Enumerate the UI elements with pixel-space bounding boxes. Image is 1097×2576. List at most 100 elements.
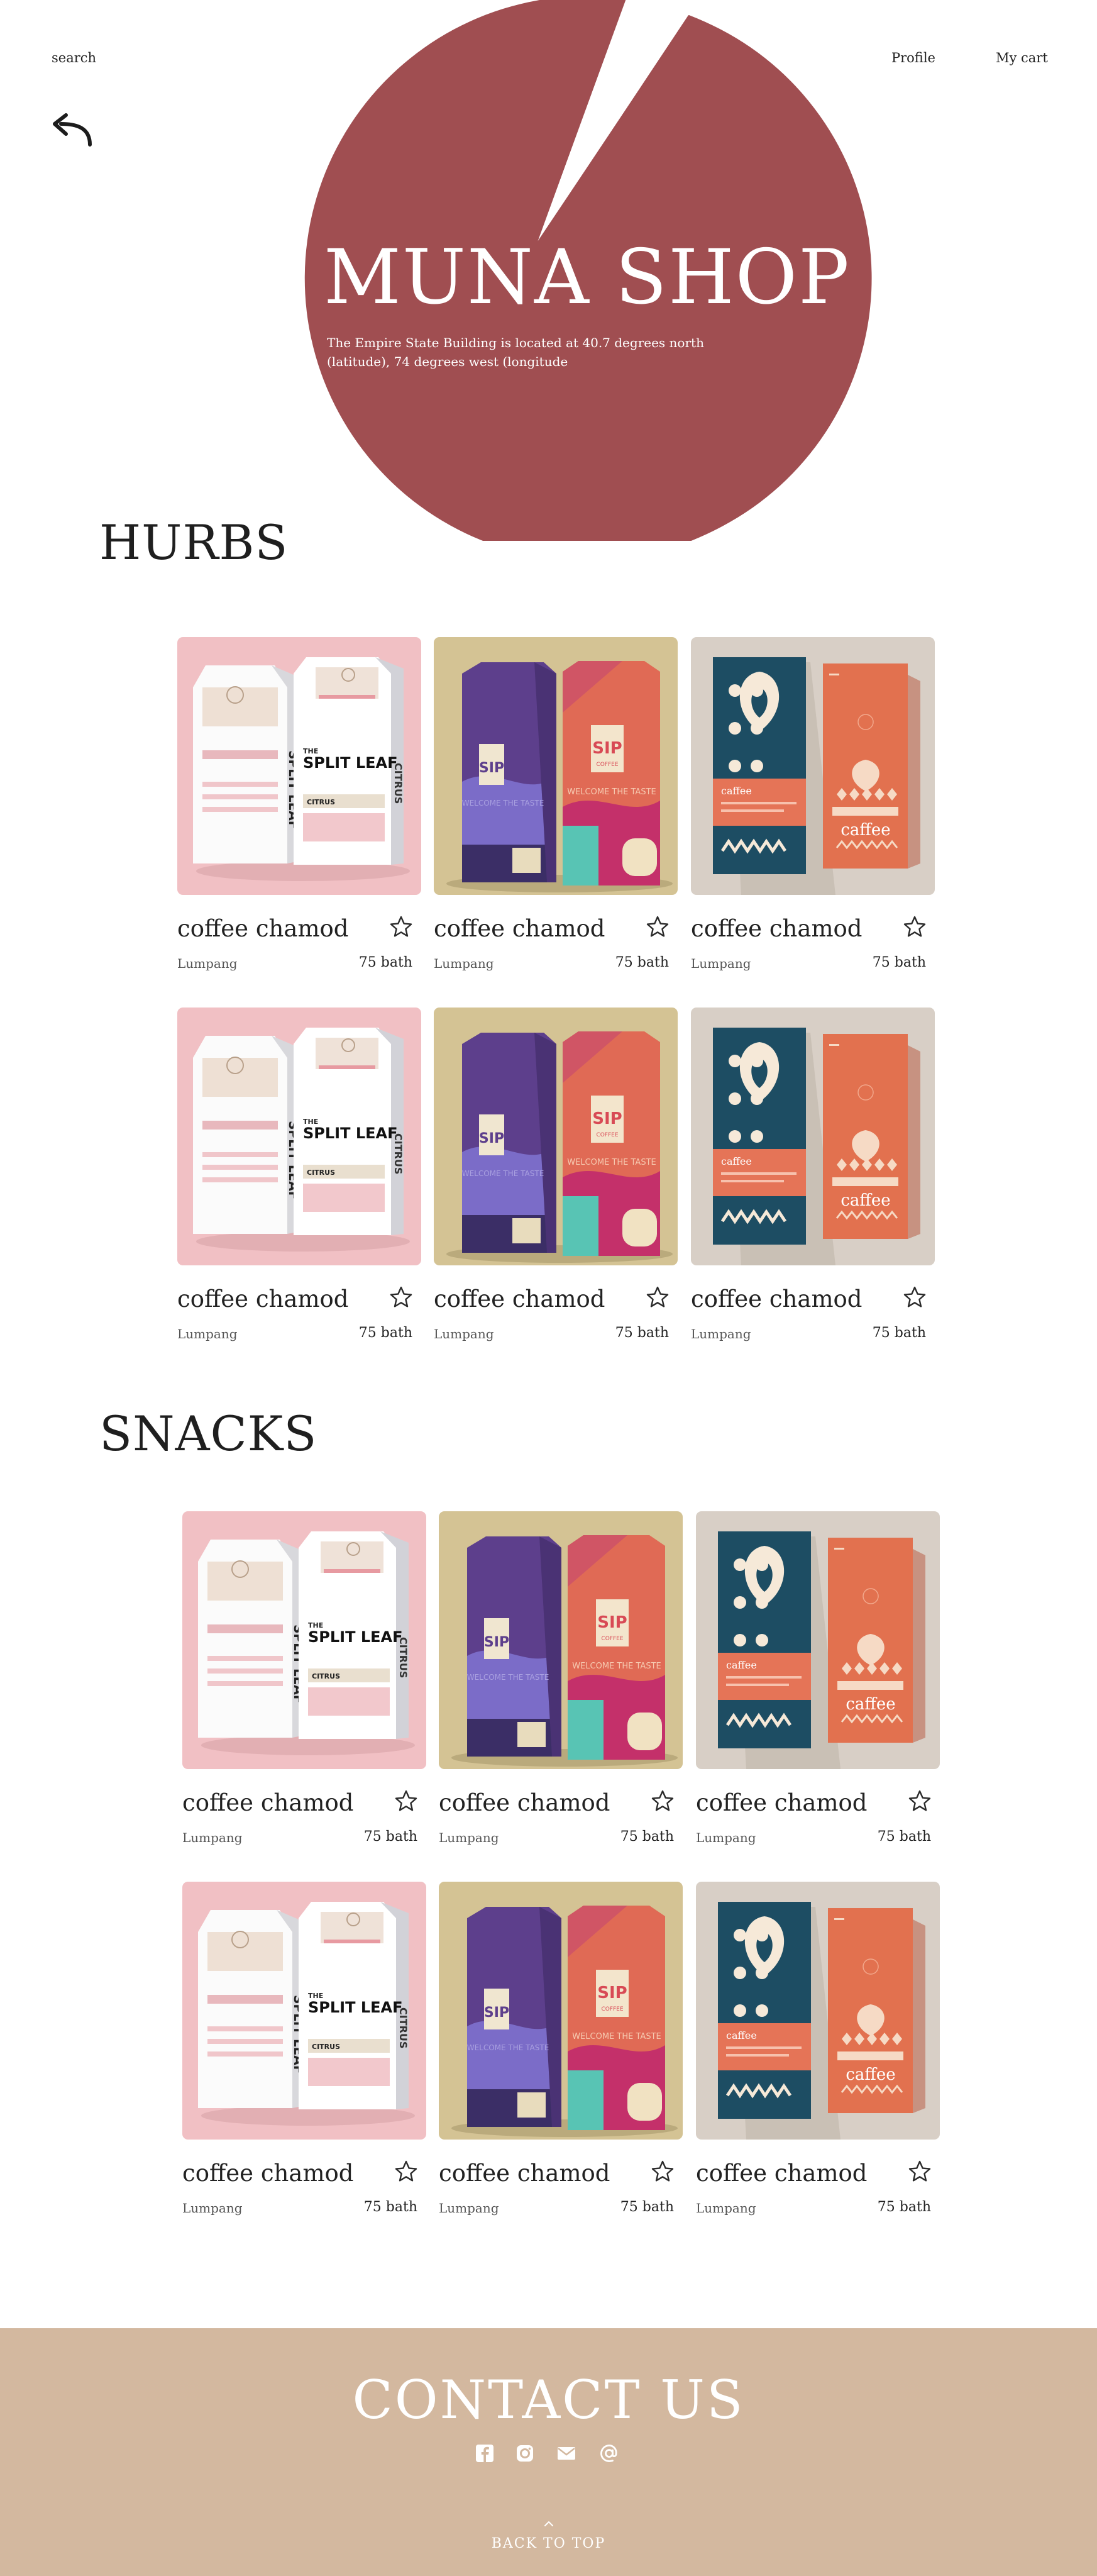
product-card[interactable]: caffee caffee coffee chamod Lumpang 75 bat…	[691, 1008, 935, 1341]
product-name[interactable]: coffee chamod	[439, 1789, 610, 1816]
svg-text:SPLIT LEAF: SPLIT LEAF	[303, 1124, 397, 1142]
product-location: Lumpang	[691, 1326, 751, 1341]
svg-text:SIP: SIP	[597, 1613, 627, 1632]
product-card[interactable]: SPLIT LEAF THE SPLIT LEAF CITRUS CITRUS …	[182, 1511, 426, 1845]
product-location: Lumpang	[696, 1830, 756, 1845]
product-location: Lumpang	[691, 956, 751, 971]
svg-text:WELCOME THE TASTE: WELCOME THE TASTE	[567, 1158, 656, 1167]
product-price: 75 bath	[615, 955, 669, 970]
product-card[interactable]: caffee caffee coffee chamod Lumpang 75 bat…	[696, 1882, 940, 2216]
product-price: 75 bath	[363, 1829, 417, 1845]
product-card[interactable]: SPLIT LEAF THE SPLIT LEAF CITRUS CITRUS …	[177, 1008, 421, 1341]
svg-text:SIP: SIP	[479, 1131, 504, 1146]
facebook-icon[interactable]	[474, 2443, 495, 2464]
product-price: 75 bath	[363, 2199, 417, 2215]
product-name[interactable]: coffee chamod	[696, 2160, 868, 2187]
product-image[interactable]: SIP WELCOME THE TASTE SIP COFFEE WELCOME…	[434, 1008, 678, 1265]
svg-text:SPLIT LEAF: SPLIT LEAF	[303, 754, 397, 772]
product-price: 75 bath	[877, 2199, 931, 2215]
section-title-snacks: SNACKS	[99, 1406, 317, 1462]
product-name[interactable]: coffee chamod	[434, 1285, 605, 1313]
product-card[interactable]: caffee caffee coffee chamod Lumpang 75 bat…	[696, 1511, 940, 1845]
star-icon[interactable]	[650, 1789, 675, 1814]
back-arrow-icon[interactable]	[47, 110, 95, 148]
product-image[interactable]: caffee caffee	[696, 1882, 940, 2140]
product-image[interactable]: SIP WELCOME THE TASTE SIP COFFEE WELCOME…	[439, 1882, 683, 2140]
svg-text:WELCOME THE TASTE: WELCOME THE TASTE	[467, 1673, 549, 1682]
svg-text:WELCOME THE TASTE: WELCOME THE TASTE	[572, 1662, 661, 1671]
product-location: Lumpang	[696, 2201, 756, 2216]
product-image[interactable]: SPLIT LEAF THE SPLIT LEAF CITRUS CITRUS	[182, 1882, 426, 2140]
product-image[interactable]: SPLIT LEAF THE SPLIT LEAF CITRUS CITRUS	[177, 637, 421, 895]
star-icon[interactable]	[645, 914, 670, 940]
star-icon[interactable]	[907, 2159, 932, 2184]
search-link[interactable]: search	[52, 50, 96, 65]
shop-subtitle: The Empire State Building is located at …	[327, 335, 704, 369]
svg-text:caffee: caffee	[846, 2065, 895, 2084]
product-location: Lumpang	[182, 2201, 243, 2216]
product-card[interactable]: SPLIT LEAF THE SPLIT LEAF CITRUS CITRUS …	[177, 637, 421, 971]
product-name[interactable]: coffee chamod	[434, 915, 605, 942]
product-location: Lumpang	[177, 1326, 238, 1341]
svg-text:SIP: SIP	[484, 1635, 509, 1650]
svg-text:SIP: SIP	[592, 739, 622, 758]
star-icon[interactable]	[907, 1789, 932, 1814]
svg-text:caffee: caffee	[721, 1155, 752, 1167]
product-price: 75 bath	[877, 1829, 931, 1845]
star-icon[interactable]	[389, 914, 414, 940]
svg-text:WELCOME THE TASTE: WELCOME THE TASTE	[462, 799, 544, 808]
svg-text:CITRUS: CITRUS	[307, 798, 335, 806]
product-name[interactable]: coffee chamod	[439, 2160, 610, 2187]
product-card[interactable]: SIP WELCOME THE TASTE SIP COFFEE WELCOME…	[434, 1008, 678, 1341]
product-image[interactable]: caffee caffee	[691, 1008, 935, 1265]
star-icon[interactable]	[902, 1285, 927, 1310]
product-card[interactable]: SIP WELCOME THE TASTE SIP COFFEE WELCOME…	[439, 1511, 683, 1845]
product-image[interactable]: SPLIT LEAF THE SPLIT LEAF CITRUS CITRUS	[177, 1008, 421, 1265]
product-name[interactable]: coffee chamod	[177, 1285, 349, 1313]
product-name[interactable]: coffee chamod	[182, 1789, 354, 1816]
product-name[interactable]: coffee chamod	[182, 2160, 354, 2187]
svg-text:caffee: caffee	[841, 1191, 890, 1210]
product-card[interactable]: caffee caffee coffee chamod Lumpang 75 bat…	[691, 637, 935, 971]
svg-text:CITRUS: CITRUS	[397, 2007, 409, 2048]
product-price: 75 bath	[358, 955, 412, 970]
product-card[interactable]: SPLIT LEAF THE SPLIT LEAF CITRUS CITRUS …	[182, 1882, 426, 2216]
product-location: Lumpang	[439, 2201, 499, 2216]
product-card[interactable]: SIP WELCOME THE TASTE SIP COFFEE WELCOME…	[434, 637, 678, 971]
mail-icon[interactable]	[556, 2443, 577, 2464]
svg-text:COFFEE: COFFEE	[596, 1132, 618, 1138]
at-sign-icon[interactable]	[598, 2443, 620, 2464]
product-image[interactable]: caffee caffee	[696, 1511, 940, 1769]
my-cart-link[interactable]: My cart	[996, 50, 1048, 65]
back-to-top-link[interactable]: BACK TO TOP	[0, 2536, 1097, 2551]
svg-text:WELCOME THE TASTE: WELCOME THE TASTE	[567, 787, 656, 797]
product-name[interactable]: coffee chamod	[691, 1285, 863, 1313]
product-image[interactable]: SIP WELCOME THE TASTE SIP COFFEE WELCOME…	[434, 637, 678, 895]
star-icon[interactable]	[394, 1789, 419, 1814]
product-name[interactable]: coffee chamod	[177, 915, 349, 942]
product-image[interactable]: SIP WELCOME THE TASTE SIP COFFEE WELCOME…	[439, 1511, 683, 1769]
product-image[interactable]: caffee caffee	[691, 637, 935, 895]
product-name[interactable]: coffee chamod	[696, 1789, 868, 1816]
svg-text:SPLIT LEAF: SPLIT LEAF	[308, 1628, 402, 1646]
svg-text:caffee: caffee	[726, 1659, 757, 1671]
star-icon[interactable]	[389, 1285, 414, 1310]
svg-text:caffee: caffee	[841, 821, 890, 840]
star-icon[interactable]	[650, 2159, 675, 2184]
chevron-up-icon[interactable]	[541, 2518, 557, 2528]
product-price: 75 bath	[615, 1325, 669, 1341]
instagram-icon[interactable]	[514, 2443, 536, 2464]
svg-text:SPLIT LEAF: SPLIT LEAF	[308, 1999, 402, 2016]
star-icon[interactable]	[902, 914, 927, 940]
svg-text:COFFEE: COFFEE	[601, 2006, 623, 2012]
product-image[interactable]: SPLIT LEAF THE SPLIT LEAF CITRUS CITRUS	[182, 1511, 426, 1769]
product-price: 75 bath	[620, 2199, 674, 2215]
product-location: Lumpang	[182, 1830, 243, 1845]
star-icon[interactable]	[645, 1285, 670, 1310]
product-name[interactable]: coffee chamod	[691, 915, 863, 942]
product-card[interactable]: SIP WELCOME THE TASTE SIP COFFEE WELCOME…	[439, 1882, 683, 2216]
profile-link[interactable]: Profile	[891, 50, 935, 65]
star-icon[interactable]	[394, 2159, 419, 2184]
shop-title: MUNA SHOP	[324, 234, 851, 321]
product-price: 75 bath	[358, 1325, 412, 1341]
